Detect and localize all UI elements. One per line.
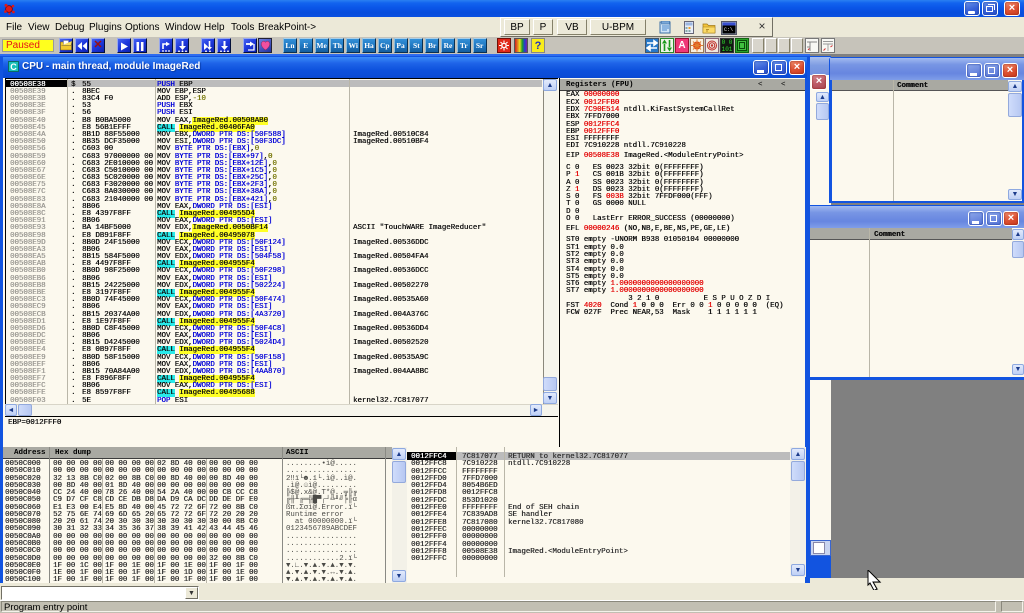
svg-text:C:\: C:\: [724, 27, 733, 33]
